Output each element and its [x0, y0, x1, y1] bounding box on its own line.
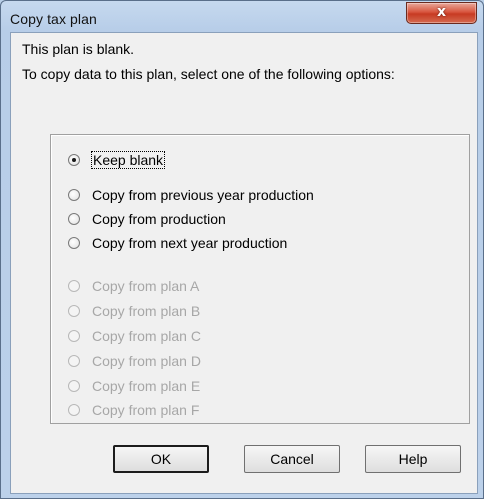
radio-selected-icon[interactable]	[68, 154, 80, 166]
radio-icon	[68, 330, 80, 342]
blank-plan-message: This plan is blank.	[22, 41, 135, 57]
radio-icon	[68, 404, 80, 416]
option-copy-plan-d: Copy from plan D	[68, 351, 201, 371]
option-label: Copy from plan E	[92, 378, 201, 394]
radio-icon[interactable]	[68, 213, 80, 225]
option-copy-plan-c: Copy from plan C	[68, 326, 201, 346]
option-copy-plan-e: Copy from plan E	[68, 376, 200, 396]
option-label: Copy from production	[92, 211, 226, 227]
option-copy-plan-f: Copy from plan F	[68, 400, 199, 420]
option-copy-plan-b: Copy from plan B	[68, 301, 200, 321]
radio-icon	[68, 280, 80, 292]
option-label: Copy from plan D	[92, 353, 201, 369]
close-button[interactable]: x	[406, 2, 477, 24]
radio-icon	[68, 355, 80, 367]
option-label: Copy from plan B	[92, 303, 201, 319]
option-copy-plan-a: Copy from plan A	[68, 276, 199, 296]
option-label: Copy from plan C	[92, 328, 201, 344]
option-copy-next-year-production[interactable]: Copy from next year production	[68, 233, 287, 253]
option-label: Copy from previous year production	[92, 187, 314, 203]
instruction-message: To copy data to this plan, select one of…	[22, 66, 395, 82]
close-icon: x	[436, 4, 447, 20]
dialog-window: Copy tax plan x This plan is blank. To c…	[0, 0, 484, 499]
dialog-title: Copy tax plan	[10, 11, 97, 27]
ok-button[interactable]: OK	[113, 445, 209, 473]
radio-icon[interactable]	[68, 189, 80, 201]
radio-icon[interactable]	[68, 237, 80, 249]
option-label: Copy from next year production	[92, 235, 288, 251]
option-label: Copy from plan F	[92, 402, 200, 418]
dialog-body: This plan is blank. To copy data to this…	[10, 32, 478, 494]
option-copy-previous-year-production[interactable]: Copy from previous year production	[68, 185, 314, 205]
option-keep-blank[interactable]: Keep blank	[68, 150, 166, 170]
radio-icon	[68, 380, 80, 392]
radio-icon	[68, 305, 80, 317]
title-bar[interactable]: Copy tax plan x	[1, 1, 483, 32]
help-button[interactable]: Help	[365, 445, 461, 473]
cancel-button[interactable]: Cancel	[244, 445, 340, 473]
option-copy-production[interactable]: Copy from production	[68, 209, 226, 229]
option-label: Copy from plan A	[92, 278, 200, 294]
option-label: Keep blank	[90, 151, 166, 169]
